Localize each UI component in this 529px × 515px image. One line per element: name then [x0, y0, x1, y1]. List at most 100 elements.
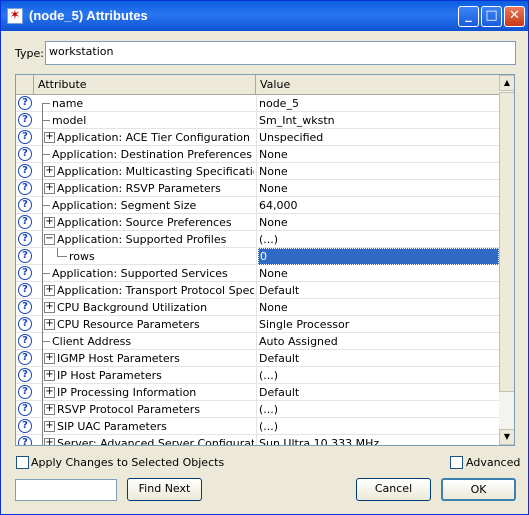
type-field[interactable]: workstation [45, 41, 516, 65]
apply-changes-checkbox[interactable] [16, 456, 29, 469]
help-icon[interactable]: ? [18, 249, 32, 263]
help-icon[interactable]: ? [18, 283, 32, 297]
expand-icon[interactable]: + [44, 319, 55, 330]
help-icon[interactable]: ? [18, 300, 32, 314]
attribute-value[interactable]: node_5 [258, 96, 497, 111]
tree-line [42, 154, 50, 155]
expand-icon[interactable]: + [44, 285, 55, 296]
attribute-value[interactable]: None [258, 300, 497, 315]
attribute-value[interactable]: Single Processor [258, 317, 497, 332]
scroll-thumb[interactable] [499, 92, 514, 392]
attribute-row[interactable]: ? + Application: Source Preferences None [16, 214, 499, 231]
attribute-value[interactable]: Auto Assigned [258, 334, 497, 349]
header-value[interactable]: Value [256, 75, 499, 94]
attribute-value[interactable]: (...) [258, 402, 497, 417]
expand-icon[interactable]: + [44, 353, 55, 364]
help-icon[interactable]: ? [18, 96, 32, 110]
help-icon[interactable]: ? [18, 147, 32, 161]
help-icon[interactable]: ? [18, 436, 32, 445]
attribute-row[interactable]: ? + Application: ACE Tier Configuration Uns… [16, 129, 499, 146]
advanced-checkbox[interactable] [450, 456, 463, 469]
help-icon[interactable]: ? [18, 368, 32, 382]
attribute-value[interactable]: None [258, 215, 497, 230]
help-icon[interactable]: ? [18, 266, 32, 280]
help-icon[interactable]: ? [18, 232, 32, 246]
help-icon[interactable]: ? [18, 317, 32, 331]
minimize-button[interactable]: _ [458, 6, 479, 27]
attribute-value[interactable]: (...) [258, 232, 497, 247]
attribute-value[interactable]: Unspecified [258, 130, 497, 145]
help-icon[interactable]: ? [18, 334, 32, 348]
attribute-row[interactable]: ? +Application: Transport Protocol Specif… [16, 282, 499, 299]
help-icon[interactable]: ? [18, 215, 32, 229]
expand-icon[interactable]: + [44, 421, 55, 432]
attribute-value[interactable]: None [258, 266, 497, 281]
cancel-button[interactable]: Cancel [356, 478, 431, 501]
attribute-value[interactable]: Default [258, 351, 497, 366]
attribute-row[interactable]: ? Application: Supported Services None [16, 265, 499, 282]
attribute-row[interactable]: ? + Application: Multicasting Specificatio… [16, 163, 499, 180]
ok-button[interactable]: OK [441, 478, 516, 501]
attribute-row[interactable]: ? + IP Host Parameters (...) [16, 367, 499, 384]
expand-icon[interactable]: + [44, 132, 55, 143]
help-icon[interactable]: ? [18, 181, 32, 195]
attribute-value[interactable]: Sm_Int_wkstn [258, 113, 497, 128]
title-bar[interactable]: ✶ (node_5) Attributes _ □ ✕ [1, 1, 528, 31]
find-input[interactable] [15, 479, 117, 501]
attribute-value[interactable]: None [258, 147, 497, 162]
maximize-button[interactable]: □ [481, 6, 502, 27]
attribute-row[interactable]: ? rows 0 [16, 248, 499, 265]
attribute-value[interactable]: Sun Ultra 10 333 MHz [258, 436, 497, 445]
attribute-row[interactable]: ? + SIP UAC Parameters (...) [16, 418, 499, 435]
attribute-row[interactable]: ? name node_5 [16, 95, 499, 112]
attribute-value[interactable]: Default [258, 283, 497, 298]
expand-icon[interactable]: + [44, 166, 55, 177]
attribute-value[interactable]: 64,000 [258, 198, 497, 213]
attribute-row[interactable]: ? − Application: Supported Profiles (...) [16, 231, 499, 248]
attribute-row[interactable]: ? + CPU Background Utilization None [16, 299, 499, 316]
attribute-row[interactable]: ? Client Address Auto Assigned [16, 333, 499, 350]
attribute-name: IP Host Parameters [57, 369, 162, 382]
scroll-down-button[interactable]: ▼ [499, 429, 514, 445]
attribute-value[interactable]: (...) [258, 419, 497, 434]
help-icon[interactable]: ? [18, 198, 32, 212]
find-next-button[interactable]: Find Next [127, 478, 202, 501]
close-button[interactable]: ✕ [504, 6, 525, 27]
vertical-scrollbar[interactable]: ▲ ▼ [499, 75, 514, 445]
help-icon[interactable]: ? [18, 351, 32, 365]
attribute-value[interactable]: None [258, 164, 497, 179]
expand-icon[interactable]: + [44, 370, 55, 381]
attribute-row[interactable]: ? model Sm_Int_wkstn [16, 112, 499, 129]
expand-icon[interactable]: + [44, 404, 55, 415]
attribute-row[interactable]: ? + IGMP Host Parameters Default [16, 350, 499, 367]
attribute-row[interactable]: ? Application: Destination Preferences Non… [16, 146, 499, 163]
help-icon[interactable]: ? [18, 113, 32, 127]
scroll-up-button[interactable]: ▲ [499, 75, 514, 91]
expand-icon[interactable]: + [44, 302, 55, 313]
expand-icon[interactable]: + [44, 387, 55, 398]
attribute-row[interactable]: ? + RSVP Protocol Parameters (...) [16, 401, 499, 418]
attribute-value[interactable]: Default [258, 385, 497, 400]
attribute-row[interactable]: ? + CPU Resource Parameters Single Processo… [16, 316, 499, 333]
expand-icon[interactable]: + [44, 217, 55, 228]
collapse-icon[interactable]: − [44, 234, 55, 245]
help-icon[interactable]: ? [18, 164, 32, 178]
attribute-value[interactable]: (...) [258, 368, 497, 383]
attribute-value[interactable]: 0 [258, 248, 499, 265]
header-attribute[interactable]: Attribute [34, 75, 256, 94]
help-icon[interactable]: ? [18, 385, 32, 399]
attribute-row[interactable]: ? + Application: RSVP Parameters None [16, 180, 499, 197]
attribute-value[interactable]: None [258, 181, 497, 196]
help-icon[interactable]: ? [18, 130, 32, 144]
help-icon[interactable]: ? [18, 402, 32, 416]
help-icon[interactable]: ? [18, 419, 32, 433]
attribute-row[interactable]: ? Application: Segment Size 64,000 [16, 197, 499, 214]
header-icon-column[interactable] [16, 75, 34, 94]
advanced-label[interactable]: Advanced [466, 456, 520, 469]
apply-changes-label[interactable]: Apply Changes to Selected Objects [31, 456, 224, 469]
tree-line [42, 214, 43, 231]
expand-icon[interactable]: + [44, 183, 55, 194]
expand-icon[interactable]: + [44, 438, 55, 445]
attribute-row[interactable]: ? + Server: Advanced Server Configuration S… [16, 435, 499, 445]
attribute-row[interactable]: ? + IP Processing Information Default [16, 384, 499, 401]
